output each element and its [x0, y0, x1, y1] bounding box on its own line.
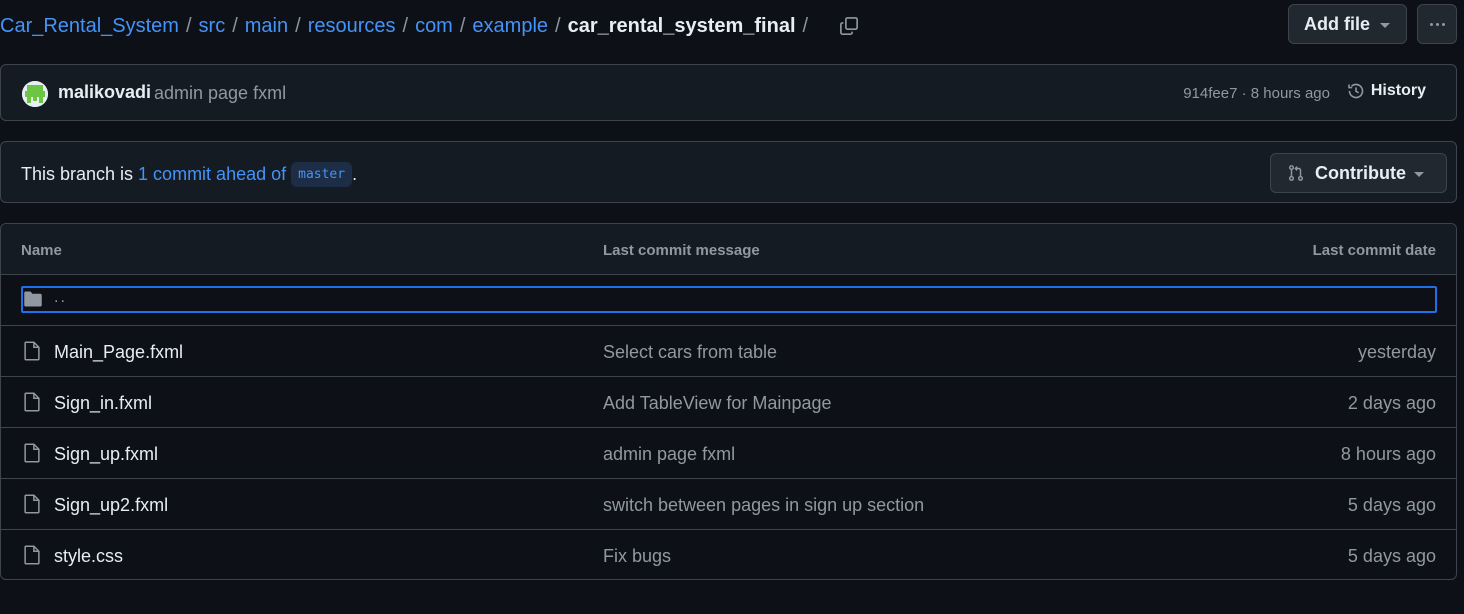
- table-row[interactable]: Sign_up2.fxml switch between pages in si…: [1, 479, 1456, 530]
- folder-icon: [24, 291, 42, 307]
- file-name-link[interactable]: Sign_in.fxml: [54, 393, 152, 414]
- breadcrumb-separator: /: [402, 14, 409, 37]
- file-commit-message[interactable]: Fix bugs: [603, 546, 671, 567]
- breadcrumb-current: car_rental_system_final: [567, 14, 796, 37]
- file-commit-message[interactable]: Add TableView for Mainpage: [603, 393, 832, 414]
- branch-status-text: This branch is 1 commit ahead of master …: [21, 162, 357, 187]
- history-label: History: [1370, 82, 1426, 99]
- file-commit-date: 2 days ago: [1347, 393, 1436, 413]
- branch-status-prefix: This branch is: [21, 164, 134, 184]
- kebab-horizontal-icon: [1429, 22, 1445, 26]
- contribute-label: Contribute: [1315, 162, 1406, 183]
- commit-meta[interactable]: 914fee7 · 8 hours ago: [1183, 85, 1330, 102]
- column-header-message: Last commit message: [603, 242, 760, 259]
- commits-ahead-link[interactable]: 1 commit ahead of: [138, 164, 286, 185]
- file-commit-date: yesterday: [1357, 342, 1436, 362]
- add-file-button[interactable]: Add file: [1288, 4, 1407, 44]
- table-row[interactable]: Main_Page.fxml Select cars from table ye…: [1, 326, 1456, 377]
- breadcrumb-separator: /: [459, 14, 466, 37]
- file-commit-date: 8 hours ago: [1340, 444, 1436, 464]
- breadcrumb-separator: /: [802, 14, 809, 37]
- table-row[interactable]: Sign_in.fxml Add TableView for Mainpage …: [1, 377, 1456, 428]
- file-name-link[interactable]: Sign_up2.fxml: [54, 495, 168, 516]
- parent-directory-link[interactable]: ..: [54, 289, 67, 307]
- focus-ring: [21, 286, 1437, 313]
- history-icon: [1348, 83, 1364, 99]
- chevron-down-icon: [1380, 23, 1390, 28]
- breadcrumb-separator: /: [555, 14, 561, 37]
- branch-status-suffix: .: [352, 164, 358, 184]
- file-commit-date: 5 days ago: [1347, 495, 1436, 515]
- file-name-link[interactable]: Sign_up.fxml: [54, 444, 158, 465]
- history-link[interactable]: History: [1347, 82, 1426, 100]
- file-icon: [24, 494, 40, 514]
- file-commit-message[interactable]: switch between pages in sign up section: [603, 495, 924, 516]
- base-branch-badge[interactable]: master: [291, 162, 353, 187]
- file-icon: [24, 443, 40, 463]
- breadcrumb-separator: /: [232, 14, 238, 37]
- repo-file-browser: Car_Rental_System / src / main / resourc…: [0, 0, 1464, 614]
- copy-path-icon[interactable]: [837, 14, 861, 38]
- breadcrumb-separator: /: [185, 14, 192, 37]
- contribute-button[interactable]: Contribute: [1270, 153, 1447, 193]
- column-header-date: Last commit date: [1312, 242, 1436, 259]
- file-commit-message[interactable]: Select cars from table: [603, 342, 777, 363]
- file-name-link[interactable]: style.css: [54, 546, 123, 567]
- breadcrumb-link-src[interactable]: src: [199, 15, 226, 38]
- parent-directory-row[interactable]: ..: [1, 275, 1456, 326]
- add-file-label: Add file: [1304, 13, 1370, 34]
- table-header: Name Last commit message Last commit dat…: [1, 224, 1456, 275]
- file-icon: [24, 545, 40, 565]
- chevron-down-icon: [1414, 172, 1424, 177]
- file-commit-date: 5 days ago: [1347, 546, 1436, 566]
- more-options-button[interactable]: [1417, 4, 1457, 44]
- branch-status-bar: This branch is 1 commit ahead of master …: [0, 141, 1457, 203]
- file-table: Name Last commit message Last commit dat…: [0, 223, 1457, 580]
- avatar[interactable]: [22, 81, 48, 107]
- commit-message-link[interactable]: admin page fxml: [154, 83, 286, 104]
- pull-request-icon: [1288, 165, 1304, 181]
- breadcrumb-link-com[interactable]: com: [415, 15, 453, 38]
- file-icon: [24, 341, 40, 361]
- file-commit-message[interactable]: admin page fxml: [603, 444, 735, 465]
- column-header-name: Name: [21, 242, 62, 259]
- table-row[interactable]: style.css Fix bugs 5 days ago: [1, 530, 1456, 581]
- breadcrumb-link-example[interactable]: example: [472, 15, 548, 38]
- file-icon: [24, 392, 40, 412]
- commit-author-link[interactable]: malikovadi: [58, 82, 151, 103]
- breadcrumb-link-resources[interactable]: resources: [308, 15, 396, 38]
- breadcrumb-separator: /: [295, 14, 301, 37]
- table-row[interactable]: Sign_up.fxml admin page fxml 8 hours ago: [1, 428, 1456, 479]
- latest-commit-bar: malikovadi admin page fxml 914fee7 · 8 h…: [0, 64, 1457, 121]
- breadcrumb-link-main[interactable]: main: [245, 15, 288, 38]
- breadcrumb-link-repo[interactable]: Car_Rental_System: [0, 15, 179, 38]
- file-name-link[interactable]: Main_Page.fxml: [54, 342, 183, 363]
- breadcrumb: Car_Rental_System / src / main / resourc…: [0, 10, 861, 42]
